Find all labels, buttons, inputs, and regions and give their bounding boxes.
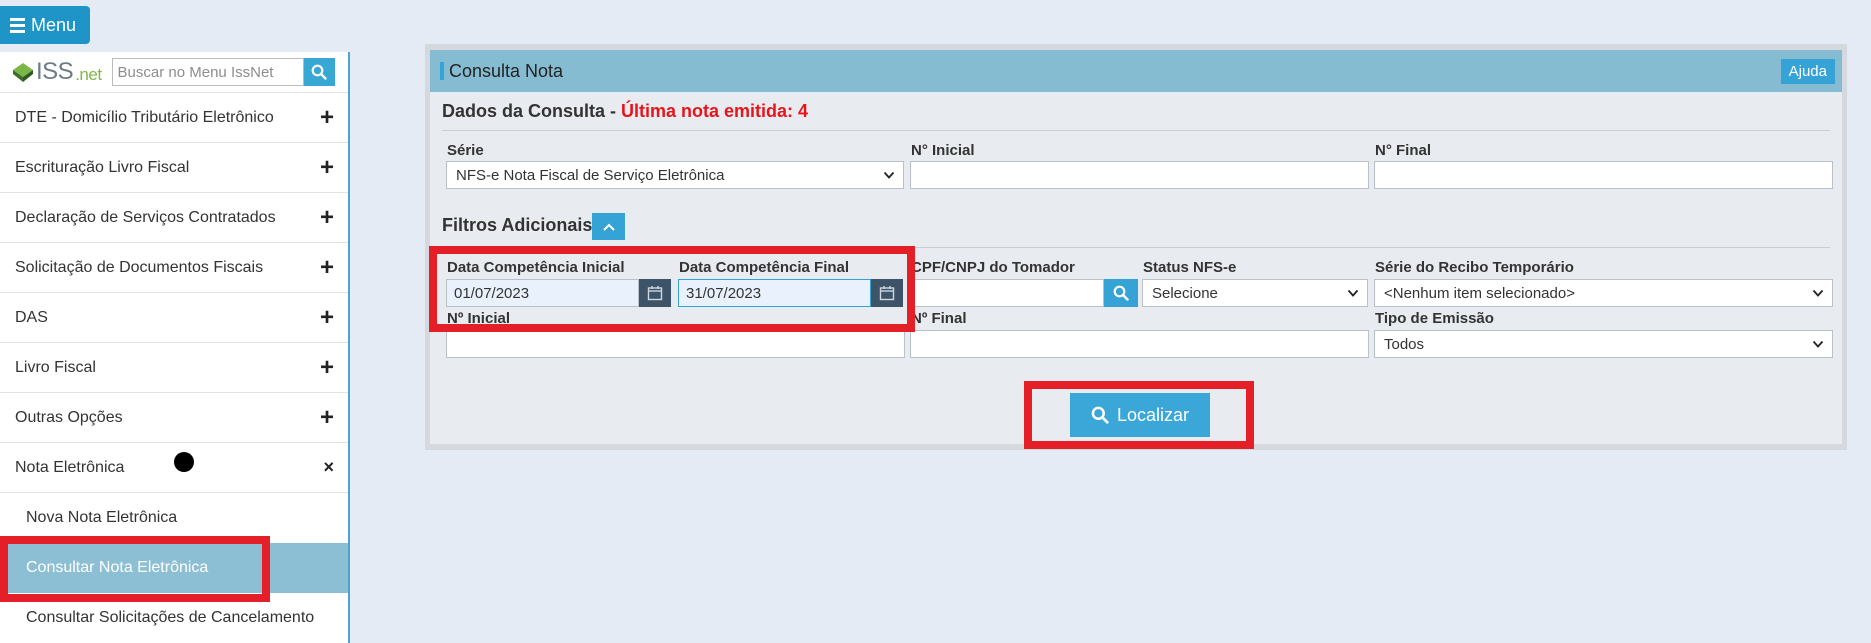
sidebar-header: ISS .net	[0, 52, 348, 93]
cpf-cnpj-input[interactable]	[910, 279, 1104, 307]
sidebar-item-nota-eletronica[interactable]: Nota Eletrônica ×	[0, 443, 348, 493]
panel-title-text: Consulta Nota	[449, 60, 564, 81]
highlight-box-sidebar	[0, 536, 270, 602]
logo-text: ISS	[36, 58, 74, 85]
logo-suffix: .net	[75, 65, 102, 84]
status-nfse-label: Status NFS-e	[1143, 259, 1237, 276]
sidebar-item-dte[interactable]: DTE - Domicílio Tributário Eletrônico +	[0, 93, 348, 143]
chevron-down-icon	[883, 171, 895, 179]
chevron-up-icon	[602, 223, 615, 231]
hamburger-icon	[10, 17, 25, 33]
sidebar-item-outras-opcoes[interactable]: Outras Opções +	[0, 393, 348, 443]
expand-icon: +	[319, 253, 334, 281]
cpf-cnpj-label: CPF/CNPJ do Tomador	[911, 259, 1075, 276]
highlight-box-localizar	[1024, 381, 1254, 449]
n-inicial-input[interactable]	[910, 161, 1369, 189]
filters-section-title: Filtros Adicionais	[442, 215, 593, 235]
panel-header: Consulta Nota Ajuda	[430, 50, 1842, 92]
serie-recibo-value: <Nenhum item selecionado>	[1384, 284, 1575, 302]
help-button[interactable]: Ajuda	[1780, 58, 1835, 84]
serie-value: NFS-e Nota Fiscal de Serviço Eletrônica	[456, 166, 725, 184]
chevron-down-icon	[1812, 289, 1824, 297]
sidebar-item-label: DTE - Domicílio Tributário Eletrônico	[15, 108, 274, 126]
expand-icon: +	[319, 153, 334, 181]
sidebar-item-label: Outras Opções	[15, 408, 123, 426]
sidebar-item-livro-fiscal[interactable]: Livro Fiscal +	[0, 343, 348, 393]
chevron-down-icon	[1812, 340, 1824, 348]
search-icon	[1113, 285, 1129, 301]
cursor-dot	[174, 452, 194, 472]
collapse-filters-button[interactable]	[592, 213, 625, 240]
query-section-label: Dados da Consulta -	[442, 101, 622, 121]
menu-search-button[interactable]	[303, 58, 335, 86]
divider	[442, 130, 1830, 131]
n-final-input[interactable]	[1374, 161, 1833, 189]
tipo-emissao-label: Tipo de Emissão	[1375, 310, 1494, 327]
expand-icon: +	[319, 303, 334, 331]
sidebar-item-declaracao[interactable]: Declaração de Serviços Contratados +	[0, 193, 348, 243]
cpf-cnpj-search-button[interactable]	[1104, 279, 1138, 307]
sidebar-item-das[interactable]: DAS +	[0, 293, 348, 343]
n-inicial-filter-input[interactable]	[446, 330, 905, 358]
sidebar-item-label: Declaração de Serviços Contratados	[15, 208, 276, 226]
tipo-emissao-value: Todos	[1384, 335, 1425, 353]
status-nfse-select[interactable]: Selecione	[1142, 279, 1368, 307]
serie-label: Série	[447, 142, 484, 159]
issnet-logo: ISS .net	[12, 58, 102, 86]
sidebar-subitem-label: Nova Nota Eletrônica	[26, 509, 178, 526]
serie-recibo-label: Série do Recibo Temporário	[1375, 259, 1574, 276]
last-note-text: Última nota emitida: 4	[621, 101, 809, 121]
expand-icon: +	[319, 103, 334, 131]
status-nfse-value: Selecione	[1152, 284, 1218, 302]
query-section-title: Dados da Consulta - Última nota emitida:…	[442, 101, 808, 122]
expand-icon: +	[319, 353, 334, 381]
n-final-label: N° Final	[1375, 142, 1432, 159]
tipo-emissao-select[interactable]: Todos	[1374, 330, 1833, 358]
sidebar-item-label: Escrituração Livro Fiscal	[15, 158, 190, 176]
panel-title: Consulta Nota	[440, 61, 563, 82]
title-accent-bar	[440, 62, 444, 80]
menu-search	[111, 58, 335, 86]
serie-select[interactable]: NFS-e Nota Fiscal de Serviço Eletrônica	[446, 161, 904, 189]
sidebar-item-label: Solicitação de Documentos Fiscais	[15, 258, 264, 276]
menu-label: Menu	[31, 14, 77, 35]
sidebar-subitem-label: Consultar Solicitações de Cancelamento	[26, 609, 315, 626]
sidebar-item-label: Livro Fiscal	[15, 358, 96, 376]
sidebar-item-solicitacao[interactable]: Solicitação de Documentos Fiscais +	[0, 243, 348, 293]
logo-gem-icon	[13, 63, 33, 82]
sidebar-item-escrituracao[interactable]: Escrituração Livro Fiscal +	[0, 143, 348, 193]
n-inicial-label: N° Inicial	[911, 142, 975, 159]
highlight-box-dates	[429, 246, 915, 332]
serie-recibo-select[interactable]: <Nenhum item selecionado>	[1374, 279, 1833, 307]
expand-icon: +	[319, 403, 334, 431]
collapse-icon: ×	[323, 457, 334, 477]
sidebar-item-label: Nota Eletrônica	[15, 458, 125, 476]
menu-button[interactable]: Menu	[0, 6, 90, 44]
sidebar-item-label: DAS	[15, 308, 48, 326]
menu-search-input[interactable]	[111, 58, 304, 86]
n-final-filter-label: Nº Final	[911, 310, 967, 327]
expand-icon: +	[319, 203, 334, 231]
chevron-down-icon	[1347, 289, 1359, 297]
search-icon	[311, 64, 327, 80]
n-final-filter-input[interactable]	[910, 330, 1369, 358]
